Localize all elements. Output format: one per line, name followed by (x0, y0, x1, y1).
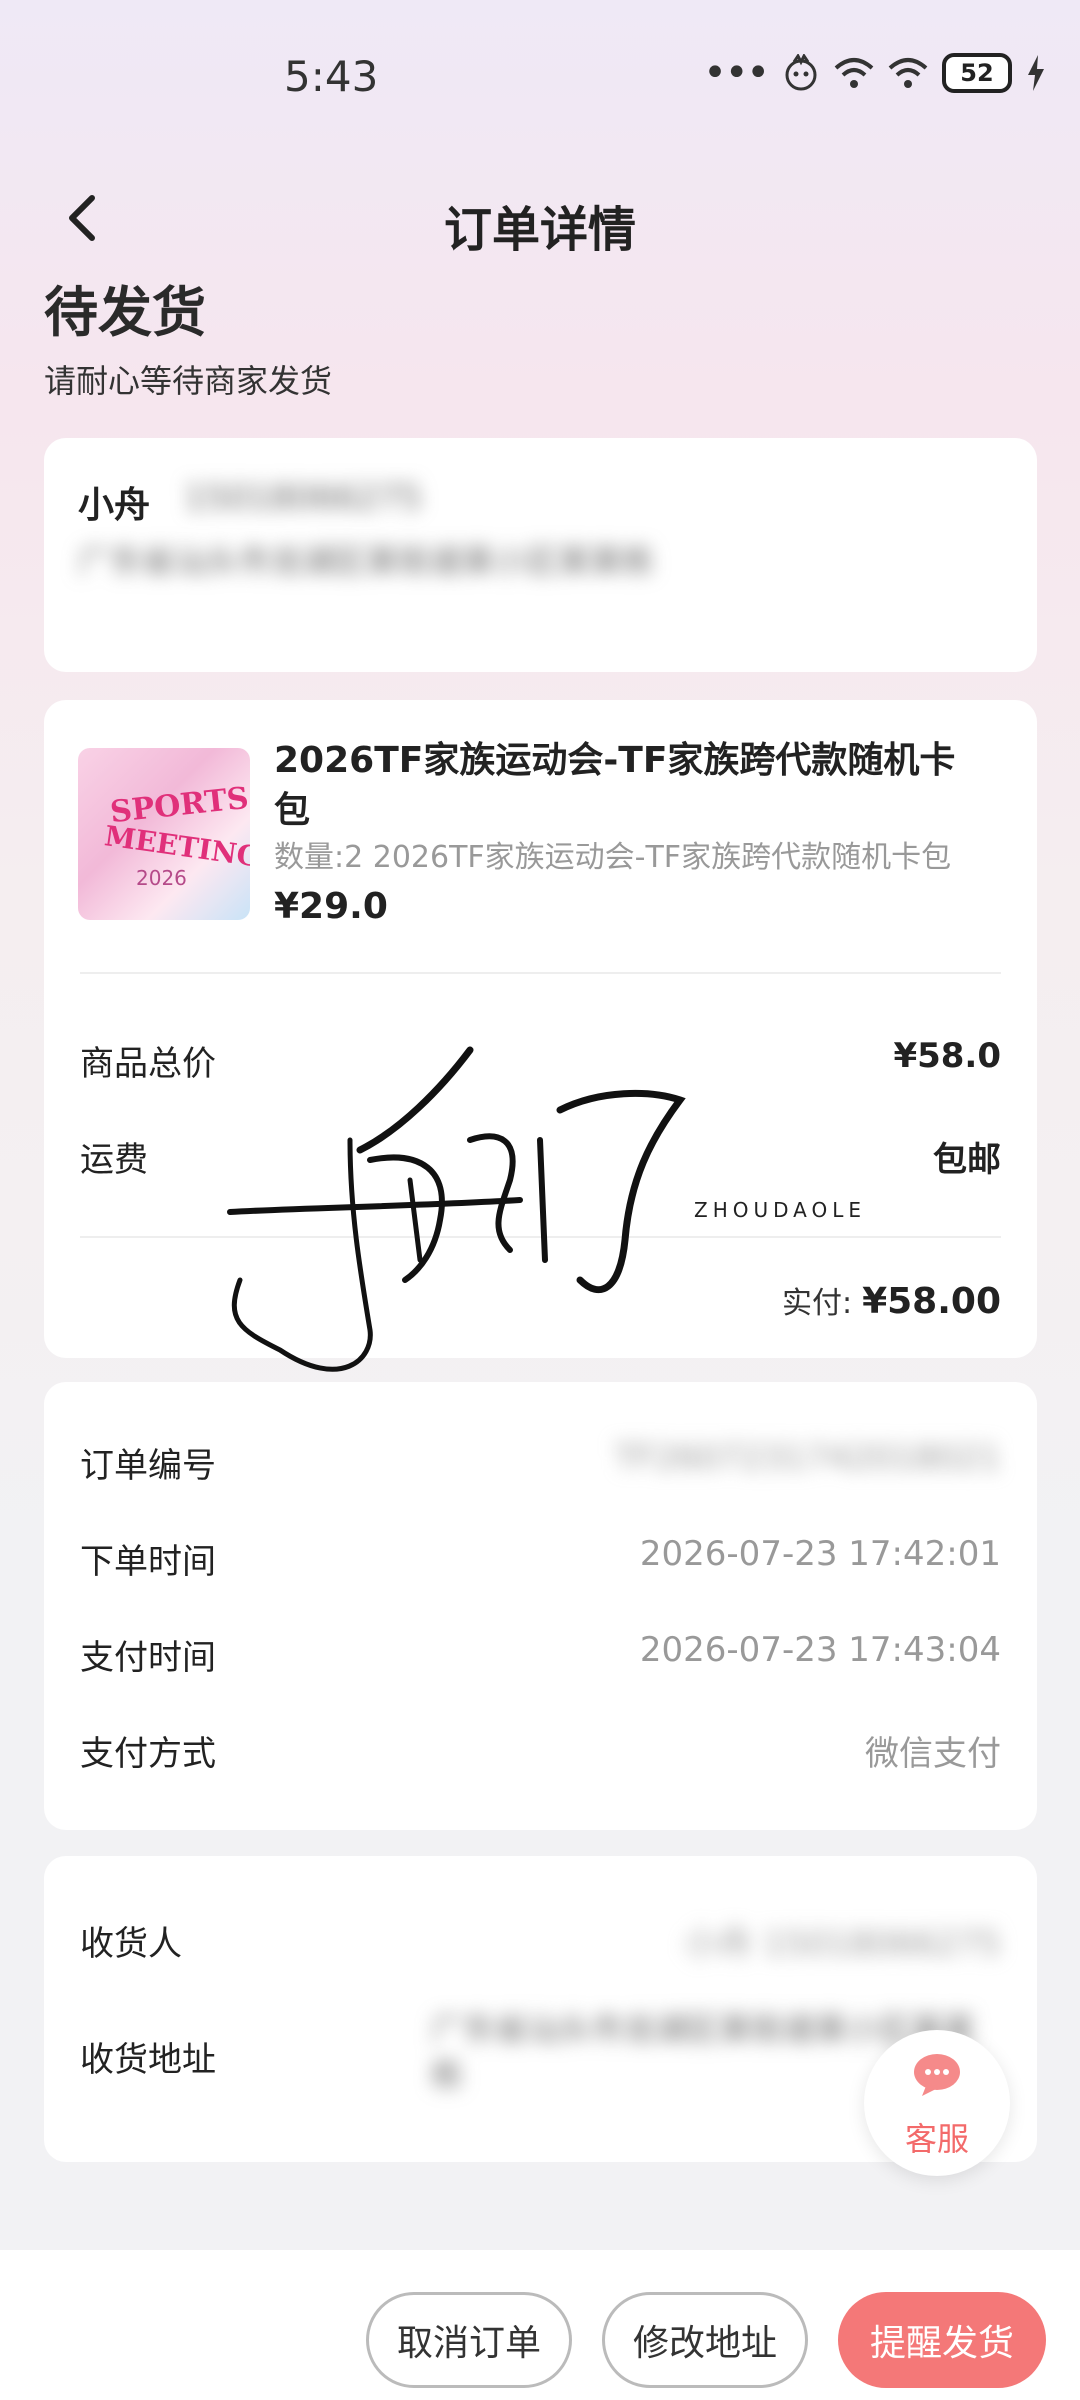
thumbnail-text-3: 2026 (136, 866, 187, 890)
order-number-value[interactable]: TF2607231742018021 (615, 1438, 1001, 1478)
customer-service-button[interactable]: 客服 (864, 2030, 1010, 2176)
more-dots-icon: ••• (703, 50, 770, 96)
order-status-title: 待发货 (44, 281, 206, 344)
payment-time-label: 支付时间 (80, 1638, 216, 1678)
signature-watermark (227, 1046, 686, 1372)
order-created-label: 下单时间 (80, 1542, 216, 1582)
payment-method-label: 支付方式 (80, 1734, 216, 1774)
shipping-label: 运费 (80, 1140, 148, 1180)
customer-service-label: 客服 (904, 2120, 969, 2158)
paid-label: 实付: (781, 1286, 853, 1321)
address-name: 小舟 (78, 485, 151, 526)
paid-value: ¥58.00 (862, 1281, 1001, 1322)
payment-method-value: 微信支付 (865, 1734, 1001, 1774)
order-status-subtitle: 请耐心等待商家发货 (44, 362, 333, 400)
address-phone: 15018066275 (184, 478, 422, 518)
divider (80, 972, 1001, 974)
address-detail: 广东省汕头市龙湖区某街道某小区某某栋 (78, 542, 655, 580)
modify-address-button[interactable]: 修改地址 (602, 2292, 808, 2388)
wifi-icon (834, 58, 874, 88)
delivery-address-label: 收货地址 (80, 2040, 216, 2080)
app-notification-icon (785, 54, 817, 91)
chat-bubble-icon (914, 2054, 960, 2096)
address-card[interactable]: 小舟 15018066275 广东省汕头市龙湖区某街道某小区某某栋 (44, 438, 1037, 672)
payment-time-value: 2026-07-23 17:43:04 (639, 1630, 1001, 1670)
shipping-value: 包邮 (933, 1140, 1001, 1180)
paid-row: 实付: ¥58.00 (782, 1278, 1001, 1322)
remind-shipping-button[interactable]: 提醒发货 (838, 2292, 1046, 2388)
cancel-order-button[interactable]: 取消订单 (366, 2292, 572, 2388)
product-thumbnail[interactable]: SPORTS MEETING 2026 (78, 748, 250, 920)
charging-icon (1028, 55, 1044, 91)
goods-total-value: ¥58.0 (893, 1036, 1001, 1076)
wifi-icon-2 (888, 58, 928, 88)
order-info-card: 订单编号 TF2607231742018021 下单时间 2026-07-23 … (44, 1382, 1037, 1830)
product-name[interactable]: 2026TF家族运动会-TF家族跨代款随机卡包 (274, 736, 974, 836)
order-created-value: 2026-07-23 17:42:01 (639, 1534, 1001, 1574)
status-time: 5:43 (284, 52, 379, 101)
status-icons: ••• 52 (703, 50, 1046, 96)
battery-indicator: 52 (942, 53, 1012, 93)
page-title: 订单详情 (443, 202, 636, 258)
product-description: 数量:2 2026TF家族运动会-TF家族跨代款随机卡包 (274, 840, 952, 875)
goods-total-label: 商品总价 (80, 1044, 216, 1084)
product-price: ¥29.0 (274, 886, 388, 927)
watermark-text: ZHOUDAOLE (694, 1198, 867, 1222)
receiver-value: 小舟 15018066275 (684, 1924, 1001, 1964)
order-number-label: 订单编号 (80, 1446, 216, 1486)
receiver-label: 收货人 (80, 1924, 182, 1964)
